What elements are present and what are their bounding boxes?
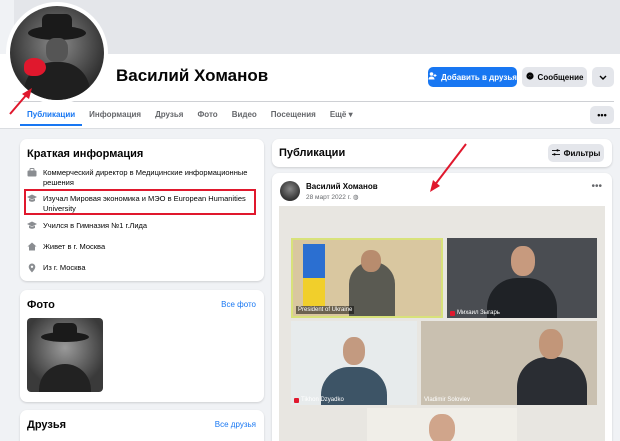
annotation-arrows xyxy=(9,88,467,192)
